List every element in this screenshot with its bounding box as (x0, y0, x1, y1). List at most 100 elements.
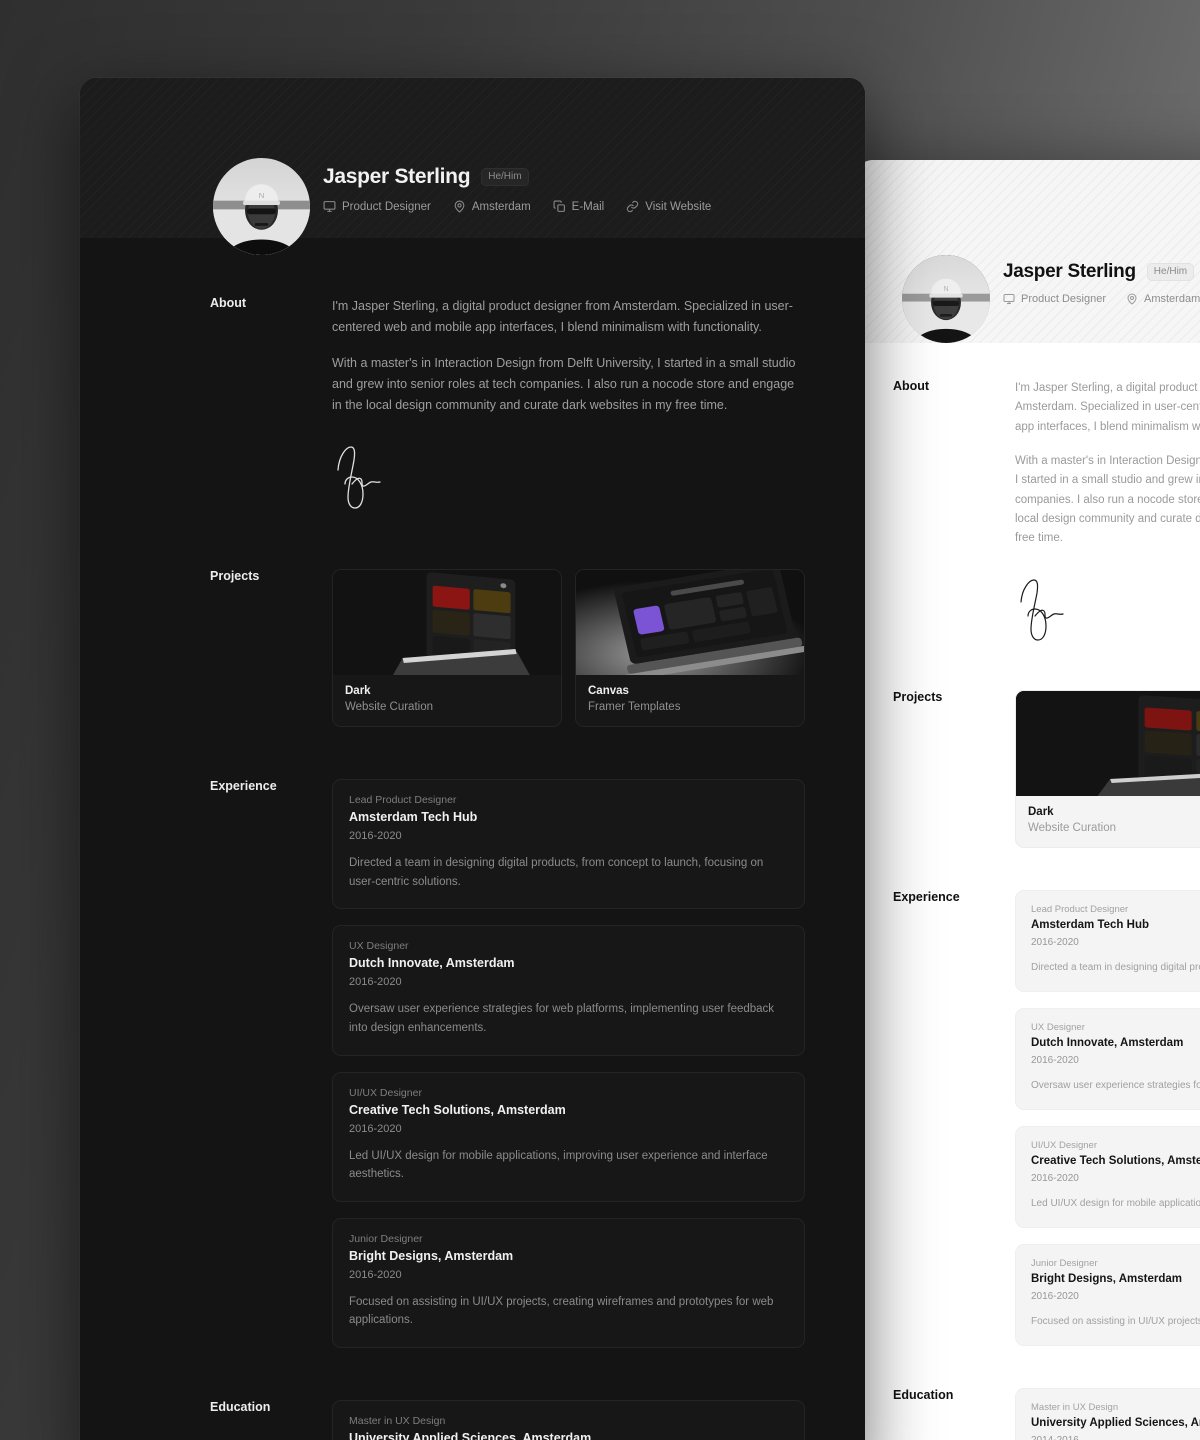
name-row: Jasper Sterling He/Him (323, 165, 711, 189)
profile-meta-row: Product Designer Amsterdam E-Mail (323, 200, 711, 213)
entry-org: Amsterdam Tech Hub (349, 810, 478, 824)
meta-location: Amsterdam (453, 200, 531, 213)
experience-list: Lead Product Designer Amsterdam Tech Hub… (1015, 889, 1200, 1347)
projects-grid: Dark Website Curation (332, 569, 805, 727)
tablet-dark-gallery-image (1016, 690, 1200, 796)
meta-product-designer: Product Designer (1003, 293, 1106, 305)
project-title: Dark (1028, 805, 1054, 818)
entry-description: Oversaw user experience strategies for w… (1031, 1079, 1200, 1091)
entry-description: Led UI/UX design for mobile applications… (349, 1149, 768, 1181)
project-thumbnail (576, 570, 804, 675)
entry-role: UX Designer (1031, 1021, 1085, 1033)
monitor-icon (323, 201, 336, 212)
section-label-experience: Experience (893, 889, 960, 904)
project-title: Canvas (588, 685, 629, 697)
entry-years: 2016-2020 (349, 1268, 402, 1281)
entry-role: Master in UX Design (349, 1415, 446, 1427)
meta-product-designer: Product Designer (323, 200, 431, 213)
light-card-body: About I'm Jasper Sterling, a digital pro… (855, 343, 1200, 1440)
project-card[interactable]: Dark Website Curation (332, 569, 562, 727)
education-entry[interactable]: Master in UX Design University Applied S… (332, 1400, 805, 1440)
experience-entry[interactable]: Lead Product Designer Amsterdam Tech Hub… (1015, 889, 1200, 992)
entry-org: Bright Designs, Amsterdam (1031, 1273, 1183, 1286)
projects-grid: Dark Website Curation (1015, 689, 1200, 848)
section-about: About I'm Jasper Sterling, a digital pro… (855, 343, 1200, 648)
about-paragraph: With a master's in Interaction Design fr… (1015, 454, 1200, 545)
about-paragraph: With a master's in Interaction Design fr… (332, 356, 796, 412)
project-subtitle: Website Curation (345, 701, 433, 713)
entry-org: Dutch Innovate, Amsterdam (349, 956, 515, 971)
entry-org: University Applied Sciences, Amsterdam (1031, 1417, 1200, 1430)
avatar[interactable]: N (902, 255, 990, 343)
entry-description: Directed a team in designing digital pro… (349, 857, 764, 888)
education-list: Master in UX Design University Applied S… (332, 1400, 805, 1440)
experience-entry[interactable]: Junior Designer Bright Designs, Amsterda… (332, 1217, 805, 1348)
section-about: About I'm Jasper Sterling, a digital pro… (80, 238, 865, 517)
about-paragraph: I'm Jasper Sterling, a digital product d… (332, 299, 793, 334)
copy-icon (553, 200, 565, 212)
entry-years: 2016-2020 (1031, 1054, 1079, 1066)
meta-label: Product Designer (1021, 293, 1106, 305)
profile-card-dark: N Jasper Sterling He/Him Product Designe… (80, 78, 865, 1440)
section-label-about: About (893, 379, 930, 393)
project-meta: Canvas Framer Templates (576, 675, 804, 726)
meta-label: Amsterdam (1144, 293, 1200, 305)
project-card[interactable]: Dark Website Curation (1015, 689, 1200, 848)
avatar-photo: N (902, 255, 990, 343)
experience-entry[interactable]: UX Designer Dutch Innovate, Amsterdam 20… (1015, 1007, 1200, 1110)
meta-website[interactable]: Visit Website (626, 200, 711, 213)
project-meta: Dark Website Curation (1016, 796, 1200, 847)
meta-label: Product Designer (342, 200, 431, 213)
meta-location: Amsterdam (1126, 293, 1200, 305)
project-subtitle: Website Curation (1028, 821, 1116, 834)
monitor-icon (1003, 294, 1015, 304)
entry-org: Creative Tech Solutions, Amsterdam (1031, 1154, 1200, 1167)
profile-name: Jasper Sterling (1003, 261, 1136, 282)
education-entry[interactable]: Master in UX Design University Applied S… (1015, 1388, 1200, 1440)
experience-entry[interactable]: UX Designer Dutch Innovate, Amsterdam 20… (332, 925, 805, 1056)
about-content: I'm Jasper Sterling, a digital product d… (1015, 379, 1200, 648)
experience-entry[interactable]: UI/UX Designer Creative Tech Solutions, … (1015, 1125, 1200, 1229)
section-label-projects: Projects (893, 689, 943, 704)
entry-role: UI/UX Designer (1031, 1139, 1097, 1151)
signature-icon (1020, 578, 1064, 641)
entry-role: Lead Product Designer (349, 794, 457, 806)
entry-role: Junior Designer (349, 1232, 423, 1245)
about-content: I'm Jasper Sterling, a digital product d… (332, 296, 805, 517)
signature (332, 442, 805, 517)
section-label-experience: Experience (210, 779, 277, 793)
project-subtitle: Framer Templates (588, 701, 681, 713)
svg-text:N: N (943, 286, 948, 293)
experience-entry[interactable]: Junior Designer Bright Designs, Amsterda… (1015, 1244, 1200, 1347)
entry-org: Amsterdam Tech Hub (1031, 918, 1150, 931)
entry-org: Creative Tech Solutions, Amsterdam (349, 1102, 566, 1117)
project-title: Dark (345, 685, 371, 697)
project-card[interactable]: Canvas Framer Templates (575, 569, 805, 727)
experience-entry[interactable]: Lead Product Designer Amsterdam Tech Hub… (332, 779, 805, 910)
avatar[interactable]: N (213, 158, 310, 255)
entry-org: University Applied Sciences, Amsterdam (349, 1431, 592, 1440)
tablet-dark-gallery-image (333, 570, 561, 675)
svg-text:N: N (259, 191, 265, 200)
section-label-about: About (210, 296, 247, 310)
signature (1015, 575, 1200, 648)
section-label-education: Education (210, 1400, 271, 1414)
pronouns-badge: He/Him (481, 168, 529, 186)
pronouns-badge: He/Him (1146, 263, 1195, 281)
about-paragraph: I'm Jasper Sterling, a digital product d… (1015, 382, 1200, 433)
profile-name: Jasper Sterling (323, 165, 471, 188)
entry-years: 2014-2016 (1031, 1435, 1200, 1440)
meta-email[interactable]: E-Mail (553, 200, 605, 213)
entry-description: Directed a team in designing digital pro… (1031, 961, 1200, 973)
entry-years: 2016-2020 (1031, 1172, 1079, 1184)
map-pin-icon (1127, 293, 1137, 305)
experience-entry[interactable]: UI/UX Designer Creative Tech Solutions, … (332, 1071, 805, 1202)
meta-label: E-Mail (571, 200, 605, 213)
entry-years: 2016-2020 (349, 976, 402, 989)
education-list: Master in UX Design University Applied S… (1015, 1388, 1200, 1440)
section-label-projects: Projects (210, 569, 260, 583)
meta-label: Amsterdam (471, 200, 531, 213)
entry-role: UI/UX Designer (349, 1086, 422, 1099)
project-thumbnail (333, 570, 561, 675)
profile-meta-row: Product Designer Amsterdam E-Mail (1003, 293, 1200, 305)
